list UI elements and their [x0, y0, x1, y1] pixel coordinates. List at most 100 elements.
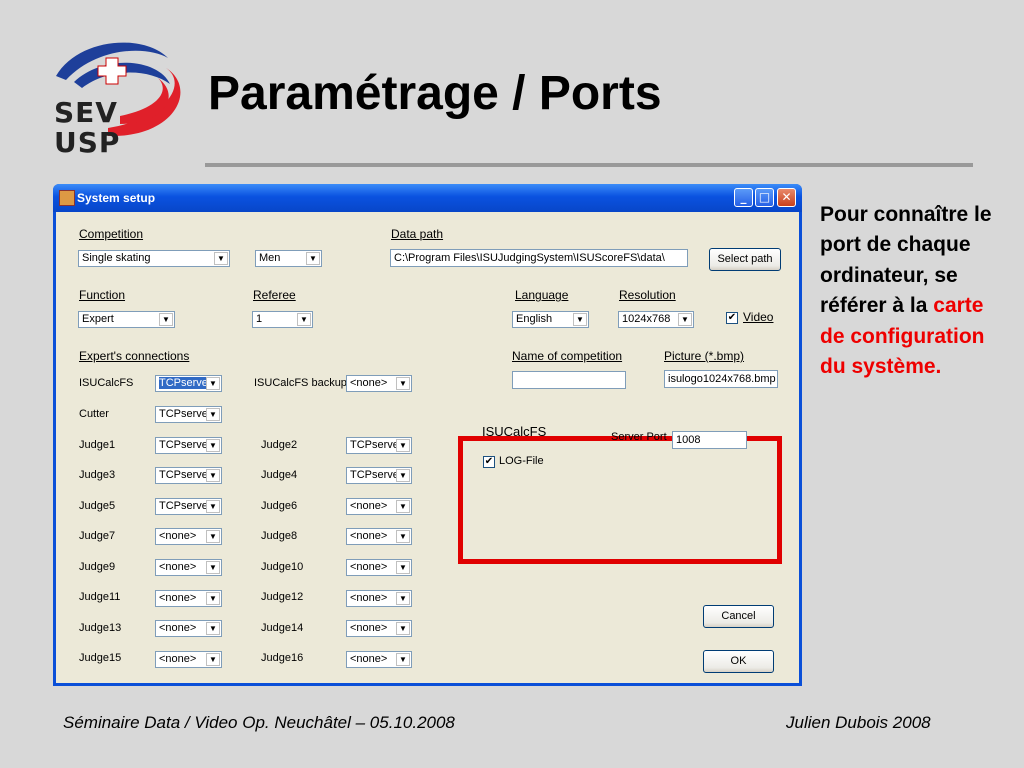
chevron-down-icon: ▼: [396, 439, 410, 452]
chevron-down-icon: ▼: [206, 469, 220, 482]
referee-value: 1: [256, 313, 263, 325]
chevron-down-icon: ▼: [678, 313, 692, 326]
footer-right: Julien Dubois 2008: [786, 713, 931, 732]
server-port-label: Server Port: [611, 431, 667, 443]
judge1-select[interactable]: TCPserver ▼: [155, 437, 222, 454]
judge4-value: TCPserver: [350, 469, 403, 481]
close-button[interactable]: ✕: [777, 188, 796, 207]
cutter-value: TCPserver: [159, 408, 212, 420]
picture-label: Picture (*.bmp): [664, 349, 745, 363]
select-path-button[interactable]: Select path: [709, 248, 781, 271]
judge1-label: Judge1: [79, 439, 116, 451]
server-port-field[interactable]: 1008: [672, 431, 747, 449]
logo-usp-text: USP: [54, 126, 121, 159]
chevron-down-icon: ▼: [396, 500, 410, 513]
chevron-down-icon: ▼: [206, 377, 220, 390]
log-file-label: LOG-File: [499, 455, 544, 467]
chevron-down-icon: ▼: [206, 500, 220, 513]
judge16-value: <none>: [350, 653, 388, 665]
judge15-label: Judge15: [79, 652, 122, 664]
maximize-button[interactable]: □: [755, 188, 774, 207]
isucalcfs-backup-select[interactable]: <none> ▼: [346, 375, 412, 392]
video-checkbox[interactable]: ✔: [726, 312, 738, 324]
judge13-value: <none>: [159, 622, 197, 634]
judge15-value: <none>: [159, 653, 197, 665]
judge3-value: TCPserver: [159, 469, 212, 481]
judge1-value: TCPserver: [159, 439, 212, 451]
judge16-select[interactable]: <none> ▼: [346, 651, 412, 668]
ok-button[interactable]: OK: [703, 650, 774, 673]
judge13-select[interactable]: <none> ▼: [155, 620, 222, 637]
competition-value: Single skating: [82, 252, 151, 264]
competition-select[interactable]: Single skating ▼: [78, 250, 230, 267]
chevron-down-icon: ▼: [396, 377, 410, 390]
judge4-select[interactable]: TCPserver ▼: [346, 467, 412, 484]
judge6-label: Judge6: [261, 500, 298, 512]
judge10-select[interactable]: <none> ▼: [346, 559, 412, 576]
chevron-down-icon: ▼: [396, 622, 410, 635]
gender-select[interactable]: Men ▼: [255, 250, 322, 267]
judge7-value: <none>: [159, 530, 197, 542]
chevron-down-icon: ▼: [206, 592, 220, 605]
judge10-label: Judge10: [261, 561, 304, 573]
judge14-label: Judge14: [261, 622, 304, 634]
cutter-select[interactable]: TCPserver ▼: [155, 406, 222, 423]
judge6-select[interactable]: <none> ▼: [346, 498, 412, 515]
judge11-select[interactable]: <none> ▼: [155, 590, 222, 607]
data-path-field[interactable]: C:\Program Files\ISUJudgingSystem\ISUSco…: [390, 249, 688, 267]
judge2-select[interactable]: TCPserver ▼: [346, 437, 412, 454]
footer-left: Séminaire Data / Video Op. Neuchâtel – 0…: [63, 713, 455, 732]
competition-label: Competition: [79, 227, 144, 241]
picture-field[interactable]: isulogo1024x768.bmp: [664, 370, 778, 388]
judge9-value: <none>: [159, 561, 197, 573]
language-value: English: [516, 313, 553, 325]
judge8-value: <none>: [350, 530, 388, 542]
chevron-down-icon: ▼: [206, 408, 220, 421]
chevron-down-icon: ▼: [396, 469, 410, 482]
judge15-select[interactable]: <none> ▼: [155, 651, 222, 668]
judge14-select[interactable]: <none> ▼: [346, 620, 412, 637]
judge8-select[interactable]: <none> ▼: [346, 528, 412, 545]
name-of-competition-field[interactable]: [512, 371, 626, 389]
video-label: Video: [743, 310, 774, 324]
minimize-button[interactable]: _: [734, 188, 753, 207]
log-file-checkbox[interactable]: ✔: [483, 456, 495, 468]
resolution-select[interactable]: 1024x768 ▼: [618, 311, 694, 328]
function-value: Expert: [82, 313, 114, 325]
judge12-value: <none>: [350, 592, 388, 604]
judge4-label: Judge4: [261, 469, 298, 481]
panel-title: ISUCalcFS: [482, 424, 547, 439]
experts-connections-label: Expert's connections: [79, 349, 190, 363]
judge3-select[interactable]: TCPserver ▼: [155, 467, 222, 484]
app-icon: [59, 190, 75, 206]
chevron-down-icon: ▼: [396, 561, 410, 574]
language-select[interactable]: English ▼: [512, 311, 589, 328]
function-select[interactable]: Expert ▼: [78, 311, 175, 328]
judge7-select[interactable]: <none> ▼: [155, 528, 222, 545]
isucalcfs-value: TCPserver: [159, 377, 212, 389]
judge3-label: Judge3: [79, 469, 116, 481]
referee-label: Referee: [253, 288, 296, 302]
side-note: Pour connaître le port de chaque ordinat…: [820, 200, 1010, 383]
cancel-button[interactable]: Cancel: [703, 605, 774, 628]
window-title: System setup: [77, 191, 156, 205]
window-titlebar[interactable]: System setup _ □ ✕: [53, 184, 802, 212]
judge6-value: <none>: [350, 500, 388, 512]
judge12-label: Judge12: [261, 591, 304, 603]
referee-select[interactable]: 1 ▼: [252, 311, 313, 328]
title-divider: [205, 163, 973, 167]
gender-value: Men: [259, 252, 281, 264]
resolution-value: 1024x768: [622, 313, 671, 325]
chevron-down-icon: ▼: [206, 530, 220, 543]
judge5-select[interactable]: TCPserver ▼: [155, 498, 222, 515]
isucalcfs-label: ISUCalcFS: [79, 377, 134, 389]
isucalcfs-backup-label: ISUCalcFS backup: [254, 377, 347, 389]
judge12-select[interactable]: <none> ▼: [346, 590, 412, 607]
cutter-label: Cutter: [79, 408, 109, 420]
chevron-down-icon: ▼: [396, 592, 410, 605]
logo-sev-text: SEV: [54, 96, 118, 129]
judge9-select[interactable]: <none> ▼: [155, 559, 222, 576]
data-path-label: Data path: [391, 227, 444, 241]
chevron-down-icon: ▼: [297, 313, 311, 326]
isucalcfs-select[interactable]: TCPserver ▼: [155, 375, 222, 392]
